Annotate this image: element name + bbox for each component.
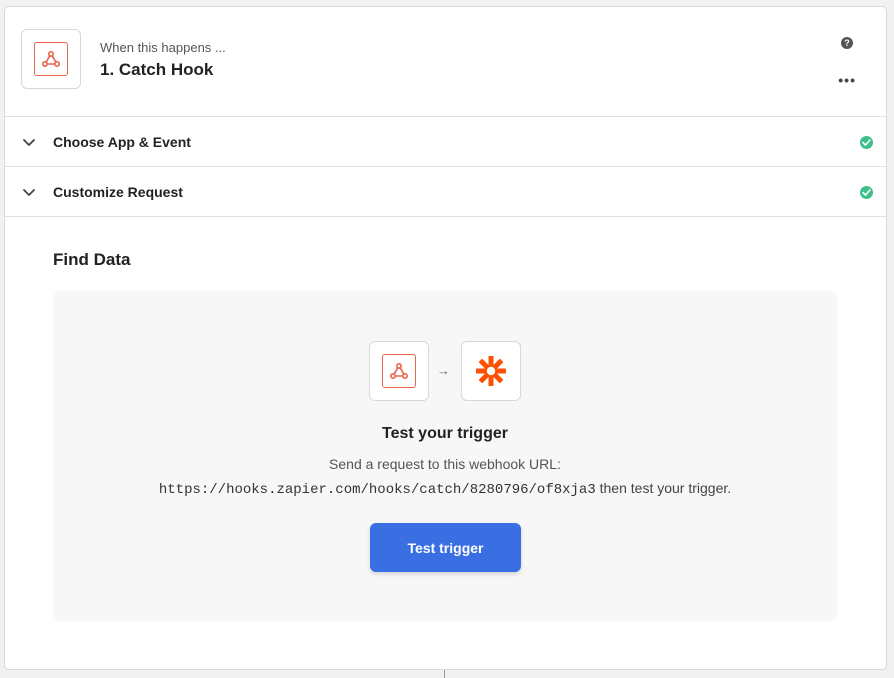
step-subtitle: When this happens ... <box>100 40 226 55</box>
test-trigger-panel: → Test your trigger Send a request to th… <box>53 291 837 621</box>
section-choose-app-event[interactable]: Choose App & Event <box>5 117 886 167</box>
check-circle-icon <box>860 136 873 149</box>
arrow-right-icon: → <box>437 363 450 378</box>
step-card: When this happens ... 1. Catch Hook ? ••… <box>4 6 887 670</box>
zapier-logo-icon <box>476 356 506 386</box>
chevron-down-icon[interactable] <box>21 184 37 200</box>
step-title: 1. Catch Hook <box>100 60 214 79</box>
check-circle-icon <box>860 186 873 199</box>
more-options-icon[interactable]: ••• <box>838 72 856 88</box>
zapier-app-icon <box>461 341 521 401</box>
test-trigger-button[interactable]: Test trigger <box>370 523 521 572</box>
chevron-down-icon[interactable] <box>21 134 37 150</box>
help-icon[interactable]: ? <box>841 37 853 49</box>
test-trigger-description: Send a request to this webhook URL: <box>329 456 561 472</box>
section-label: Customize Request <box>53 184 183 200</box>
webhook-url[interactable]: https://hooks.zapier.com/hooks/catch/828… <box>159 482 596 498</box>
section-customize-request[interactable]: Customize Request <box>5 167 886 217</box>
find-data-title: Find Data <box>53 250 131 269</box>
webhook-url-suffix: then test your trigger. <box>595 480 732 496</box>
step-connector-line <box>444 670 445 678</box>
webhook-icon <box>382 354 416 388</box>
step-header[interactable]: When this happens ... 1. Catch Hook ? ••… <box>5 7 886 117</box>
webhook-app-icon <box>369 341 429 401</box>
webhook-icon <box>34 42 68 76</box>
section-label: Choose App & Event <box>53 134 191 150</box>
webhook-url-line: https://hooks.zapier.com/hooks/catch/828… <box>53 480 837 498</box>
test-trigger-heading: Test your trigger <box>382 425 508 442</box>
webhook-app-icon <box>21 29 81 89</box>
